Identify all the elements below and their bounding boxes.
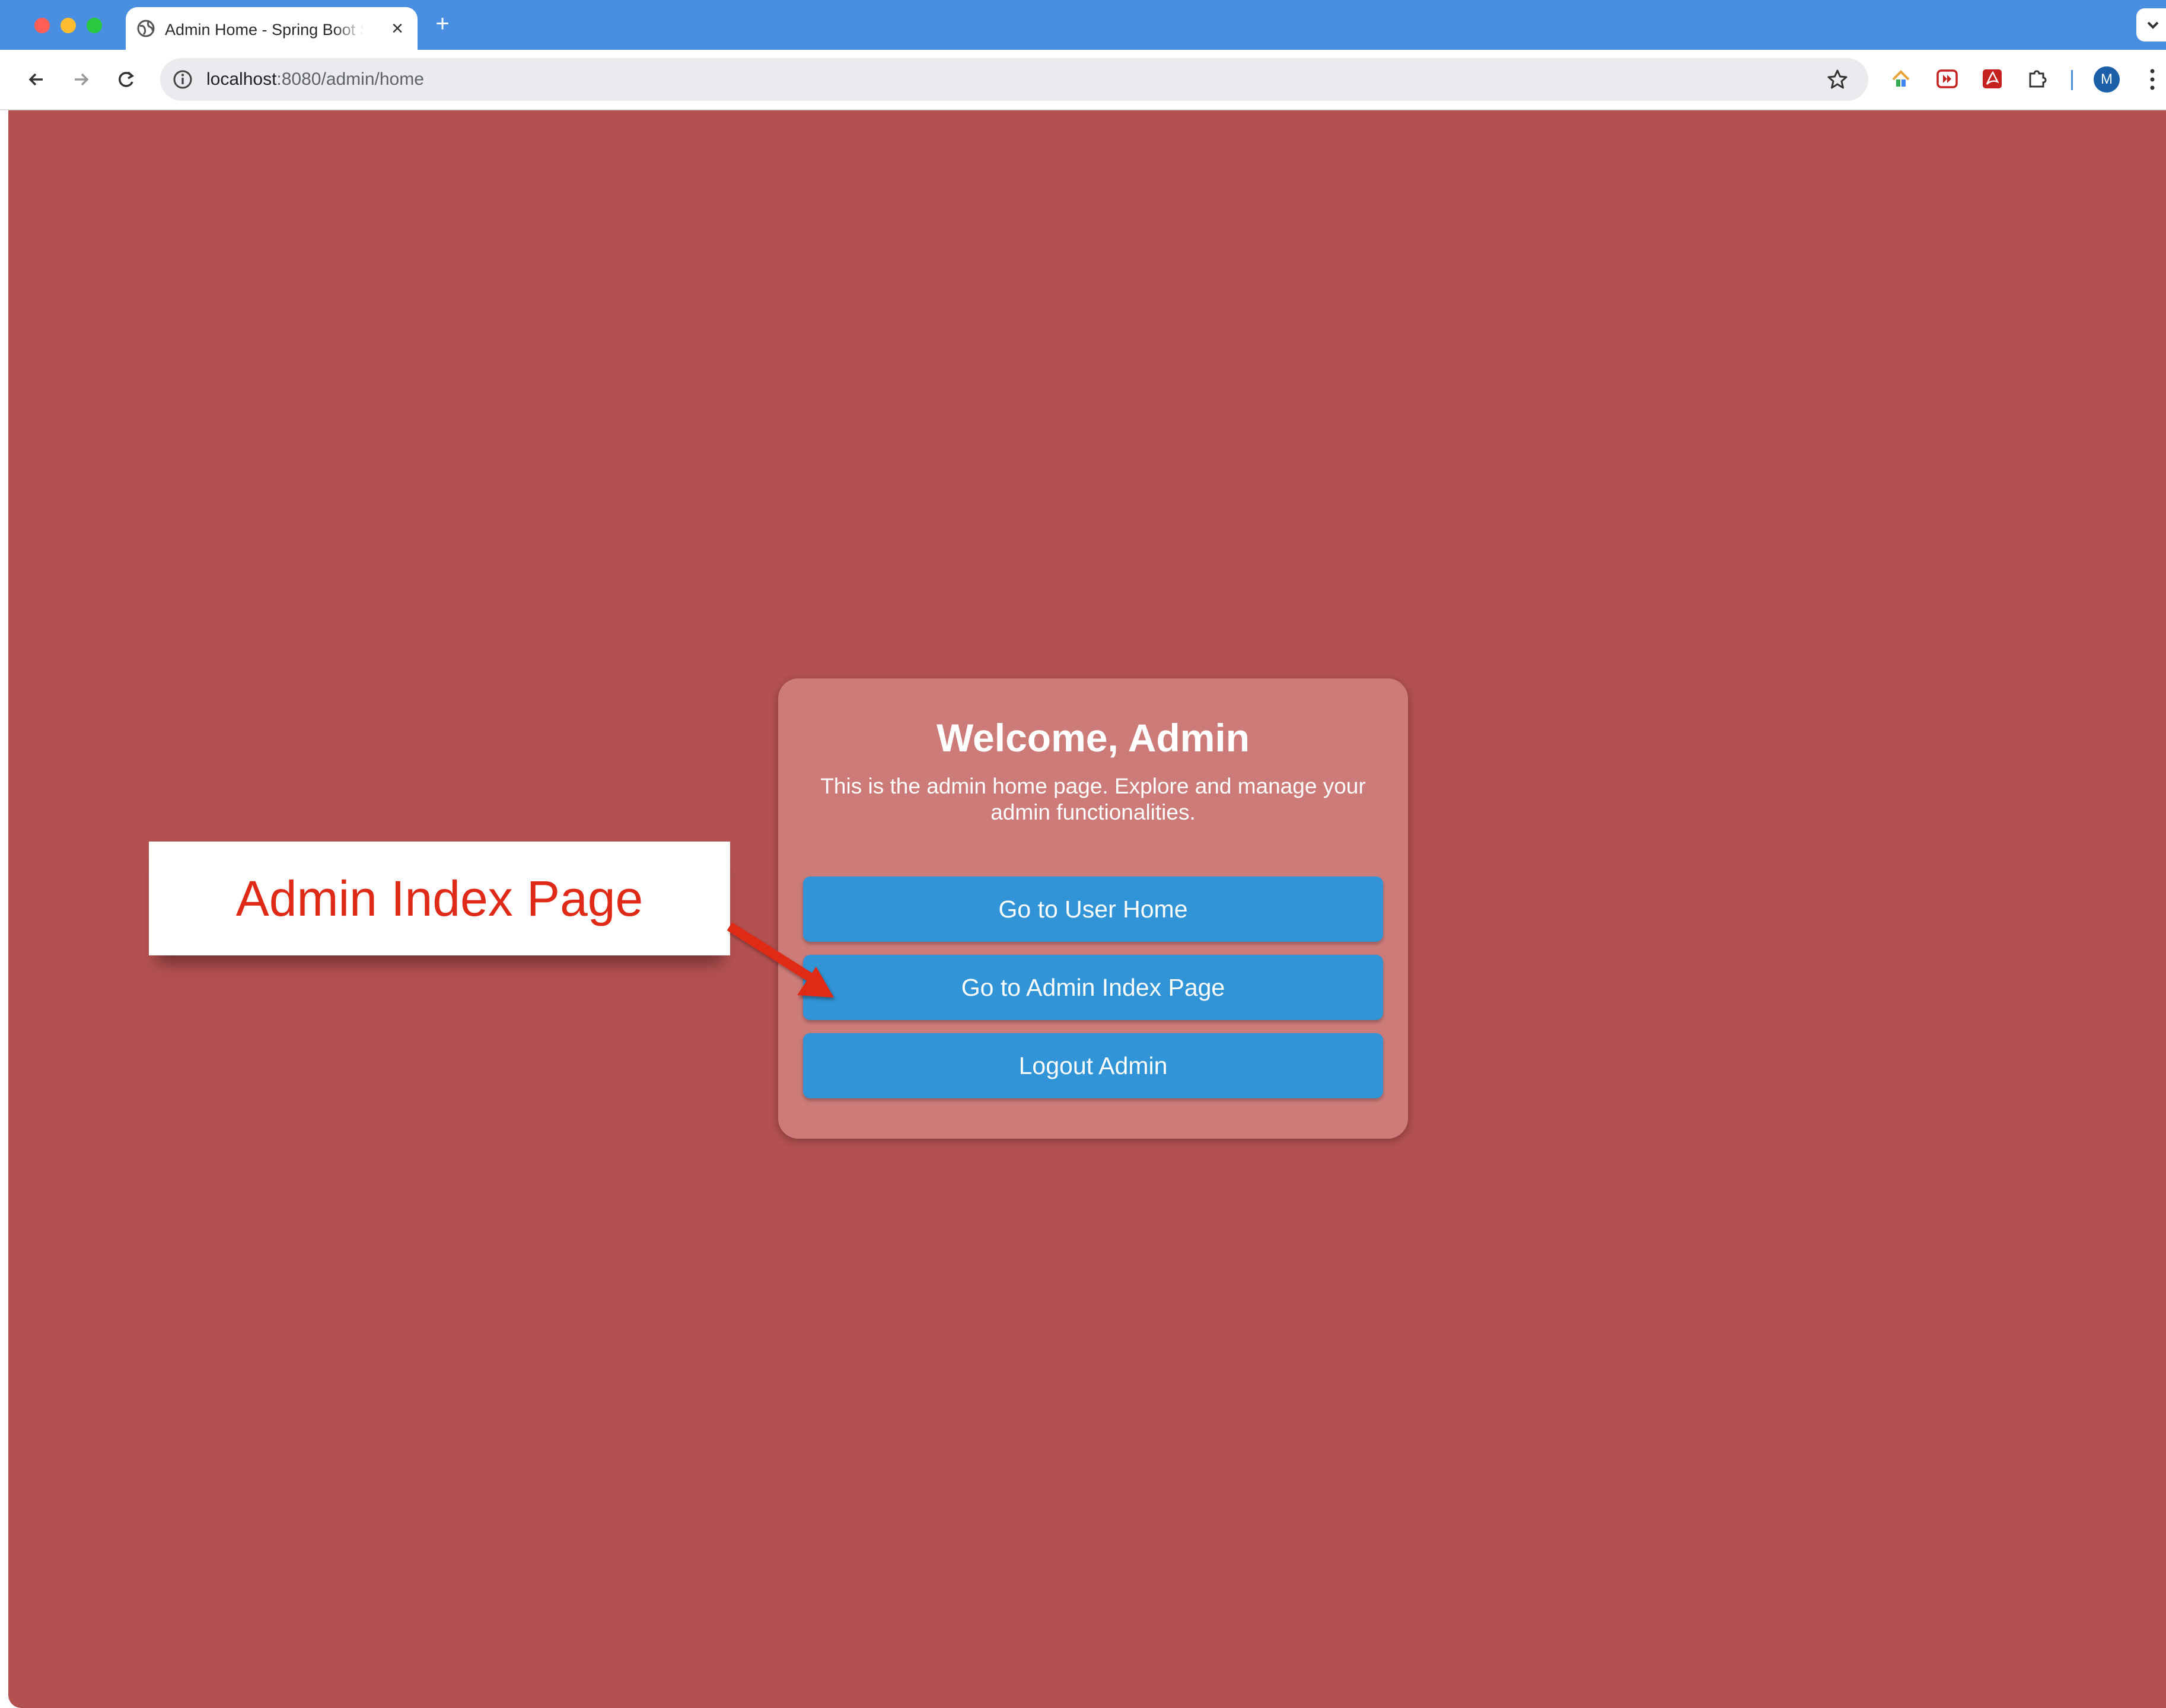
extension-home-icon[interactable] bbox=[1888, 66, 1913, 91]
globe-icon bbox=[136, 19, 155, 38]
chevron-down-icon bbox=[2147, 21, 2159, 29]
more-menu-icon[interactable] bbox=[2143, 65, 2161, 94]
callout-arrow bbox=[727, 923, 834, 998]
info-icon[interactable] bbox=[172, 69, 193, 90]
callout-label: Admin Index Page bbox=[149, 842, 730, 955]
window-minimize-button[interactable] bbox=[60, 18, 76, 33]
toolbar-divider bbox=[2071, 70, 2073, 90]
reload-icon[interactable] bbox=[114, 68, 138, 91]
tab-title: Admin Home - Spring Boot Security bbox=[165, 21, 364, 39]
address-bar[interactable]: localhost:8080/admin/home bbox=[160, 58, 1868, 101]
callout-text: Admin Index Page bbox=[235, 871, 644, 926]
window-close-button[interactable] bbox=[34, 18, 50, 33]
profile-avatar[interactable]: M bbox=[2094, 66, 2120, 93]
go-to-admin-index-button[interactable]: Go to Admin Index Page bbox=[803, 955, 1383, 1020]
window-maximize-button[interactable] bbox=[87, 18, 102, 33]
back-arrow-icon[interactable] bbox=[25, 68, 49, 91]
browser-tab-active[interactable]: Admin Home - Spring Boot Security × bbox=[126, 7, 418, 50]
extension-media-icon[interactable] bbox=[1935, 66, 1960, 91]
go-to-user-home-button[interactable]: Go to User Home bbox=[803, 877, 1383, 942]
extensions-puzzle-icon[interactable] bbox=[2025, 66, 2050, 91]
forward-arrow-icon[interactable] bbox=[69, 68, 93, 91]
logout-admin-button[interactable]: Logout Admin bbox=[803, 1033, 1383, 1098]
pdf-icon[interactable] bbox=[1980, 66, 2005, 91]
card-title: Welcome, Admin bbox=[936, 716, 1250, 760]
new-tab-button[interactable]: + bbox=[431, 12, 454, 36]
url-text: localhost:8080/admin/home bbox=[206, 69, 424, 89]
close-icon[interactable]: × bbox=[387, 18, 408, 39]
browser-toolbar: localhost:8080/admin/home M bbox=[0, 50, 2166, 110]
admin-welcome-card: Welcome, Admin This is the admin home pa… bbox=[778, 678, 1408, 1139]
bookmark-star-icon[interactable] bbox=[1826, 68, 1849, 91]
browser-tab-bar: Admin Home - Spring Boot Security × + bbox=[0, 0, 2166, 50]
tab-search-button[interactable] bbox=[2136, 8, 2166, 42]
card-description: This is the admin home page. Explore and… bbox=[820, 774, 1366, 824]
